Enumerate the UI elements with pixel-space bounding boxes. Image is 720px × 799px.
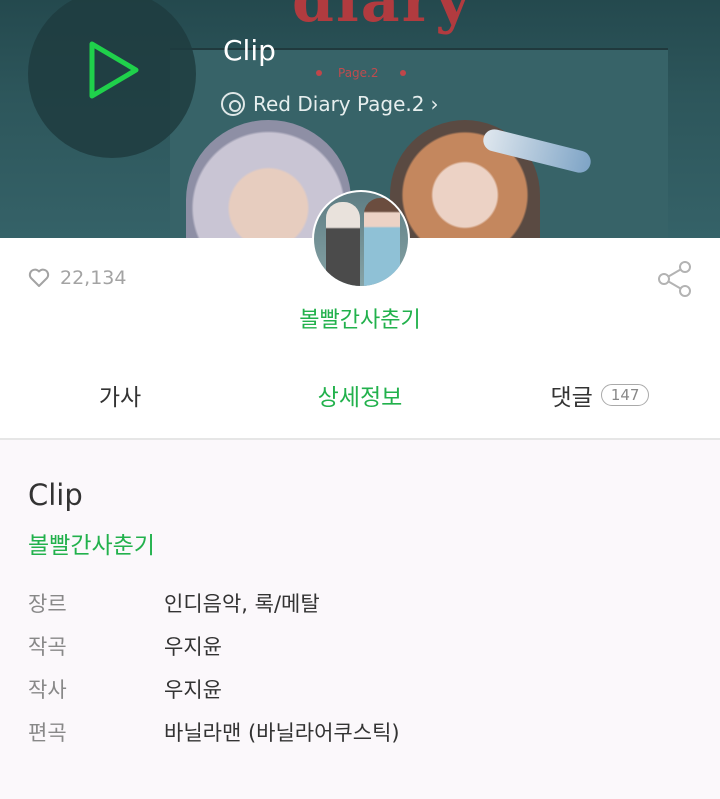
meta-value: 우지윤 <box>164 635 222 659</box>
meta-value: 인디음악, 록/메탈 <box>164 592 320 616</box>
tab-label: 상세정보 <box>317 385 403 411</box>
share-button[interactable] <box>656 260 694 302</box>
album-art-dot <box>316 70 322 76</box>
tab-lyrics[interactable]: 가사 <box>0 378 240 412</box>
meta-row-arranger: 편곡 바닐라맨 (바닐라어쿠스틱) <box>28 717 720 760</box>
tab-comments[interactable]: 댓글 147 <box>480 378 720 412</box>
artist-name[interactable]: 볼빨간사춘기 <box>0 302 720 334</box>
meta-row-composer: 작곡 우지윤 <box>28 631 720 674</box>
album-disc-icon <box>221 92 245 116</box>
tab-label: 댓글 <box>550 385 593 411</box>
song-title: Clip <box>223 34 276 67</box>
album-link[interactable]: Red Diary Page.2 › <box>221 92 438 116</box>
heart-icon <box>28 268 50 287</box>
meta-key: 작곡 <box>28 635 67 659</box>
details-meta-list: 장르 인디음악, 록/메탈 작곡 우지윤 작사 우지윤 편곡 바닐라맨 (바닐라… <box>28 588 720 760</box>
song-details: Clip 볼빨간사춘기 장르 인디음악, 록/메탈 작곡 우지윤 작사 우지윤 … <box>0 442 720 799</box>
meta-key: 장르 <box>28 592 67 616</box>
like-count: 22,134 <box>60 267 127 289</box>
chevron-right-icon: › <box>430 92 439 116</box>
album-name: Red Diary Page.2 <box>253 92 425 116</box>
avatar-person-left <box>326 202 360 286</box>
album-art-title: diary <box>292 0 473 36</box>
album-art-dot <box>400 70 406 76</box>
like-button[interactable]: 22,134 <box>28 267 126 289</box>
tab-details[interactable]: 상세정보 <box>240 378 480 412</box>
meta-value: 우지윤 <box>164 678 222 702</box>
share-icon <box>658 261 691 297</box>
meta-row-genre: 장르 인디음악, 록/메탈 <box>28 588 720 631</box>
meta-value: 바닐라맨 (바닐라어쿠스틱) <box>164 721 400 745</box>
artist-avatar[interactable] <box>312 190 410 288</box>
meta-key: 작사 <box>28 678 67 702</box>
details-artist-link[interactable]: 볼빨간사춘기 <box>28 526 720 560</box>
details-title: Clip <box>28 478 83 512</box>
play-icon <box>89 41 139 99</box>
comment-count-badge: 147 <box>600 384 650 406</box>
meta-row-lyricist: 작사 우지윤 <box>28 674 720 717</box>
tab-label: 가사 <box>98 385 142 411</box>
avatar-person-right <box>364 198 400 286</box>
song-info-bar: 22,134 볼빨간사춘기 가사 상세정보 댓글 147 <box>0 190 720 440</box>
tab-bar: 가사 상세정보 댓글 147 <box>0 378 720 412</box>
album-art-page-label: Page.2 <box>338 66 379 80</box>
meta-key: 편곡 <box>28 721 67 745</box>
